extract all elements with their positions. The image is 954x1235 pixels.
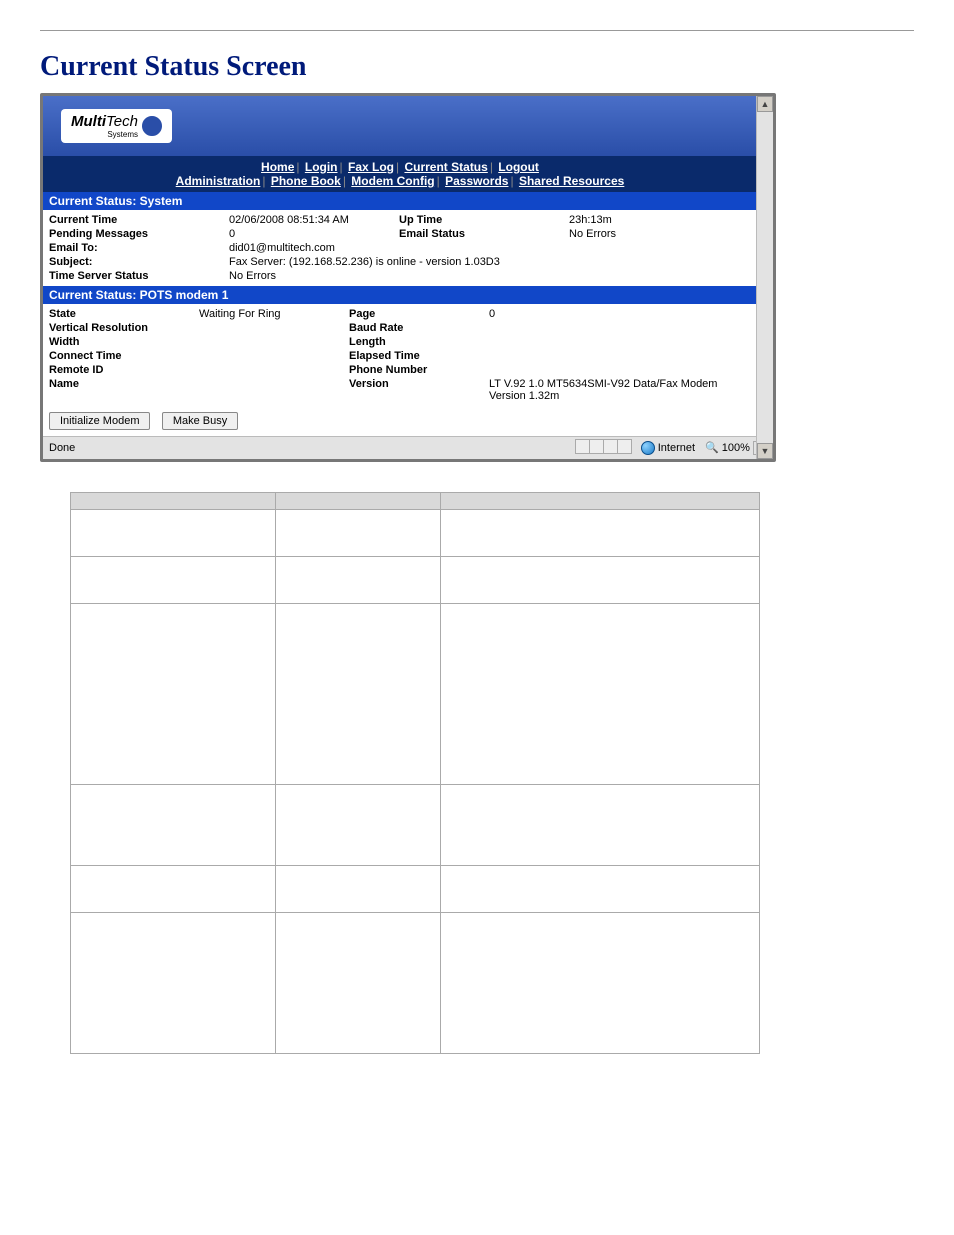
section-system-title: Current Status: System [43, 192, 757, 210]
nav-current-status[interactable]: Current Status [404, 160, 487, 174]
header-strip: MultiTech Systems [43, 96, 757, 156]
initialize-modem-button[interactable]: Initialize Modem [49, 412, 150, 430]
label-state: State [49, 308, 199, 320]
table-row [71, 913, 760, 1054]
label-page: Page [349, 308, 489, 320]
label-name: Name [49, 378, 199, 402]
label-up-time: Up Time [399, 214, 569, 226]
table-row [71, 866, 760, 913]
value-current-time: 02/06/2008 08:51:34 AM [229, 214, 399, 226]
nav-passwords[interactable]: Passwords [445, 174, 508, 188]
label-current-time: Current Time [49, 214, 229, 226]
make-busy-button[interactable]: Make Busy [162, 412, 238, 430]
globe-icon [641, 441, 655, 455]
modem-data-grid: State Waiting For Ring Page 0 Vertical R… [43, 304, 757, 406]
label-version: Version [349, 378, 489, 402]
description-table [70, 492, 760, 1054]
nav-modem-config[interactable]: Modem Config [351, 174, 434, 188]
nav-administration[interactable]: Administration [176, 174, 261, 188]
scrollbar[interactable]: ▲ ▼ [756, 96, 773, 459]
nav-home[interactable]: Home [261, 160, 294, 174]
browser-frame: ▲ ▼ MultiTech Systems Home| Login| Fax L… [40, 93, 776, 462]
logo-bold: Multi [71, 113, 106, 130]
scroll-up-button[interactable]: ▲ [757, 96, 773, 112]
status-done: Done [49, 442, 75, 454]
label-baud-rate: Baud Rate [349, 322, 489, 334]
nav-bar: Home| Login| Fax Log| Current Status| Lo… [43, 156, 757, 192]
table-row [71, 557, 760, 604]
system-data-grid: Current Time 02/06/2008 08:51:34 AM Up T… [43, 210, 757, 286]
table-header-band [71, 493, 760, 510]
nav-phone-book[interactable]: Phone Book [271, 174, 341, 188]
logo-sub: Systems [71, 130, 138, 139]
value-page: 0 [489, 308, 751, 320]
browser-status-bar: Done Internet 🔍 100% ▾ [43, 436, 773, 459]
status-zone: Internet [641, 441, 695, 455]
value-email-to: did01@multitech.com [229, 242, 751, 254]
value-time-server-status: No Errors [229, 270, 751, 282]
logo-dot-icon [142, 116, 162, 136]
value-version: LT V.92 1.0 MT5634SMI-V92 Data/Fax Modem… [489, 378, 751, 402]
value-state: Waiting For Ring [199, 308, 349, 320]
label-remote-id: Remote ID [49, 364, 199, 376]
zoom-icon: 🔍 [705, 442, 719, 454]
section-modem-title: Current Status: POTS modem 1 [43, 286, 757, 304]
status-panes [575, 439, 631, 457]
nav-logout[interactable]: Logout [498, 160, 539, 174]
label-connect-time: Connect Time [49, 350, 199, 362]
nav-fax-log[interactable]: Fax Log [348, 160, 394, 174]
label-width: Width [49, 336, 199, 348]
label-vertical-resolution: Vertical Resolution [49, 322, 199, 334]
label-email-status: Email Status [399, 228, 569, 240]
table-row [71, 604, 760, 785]
multitech-logo: MultiTech Systems [61, 109, 172, 143]
value-up-time: 23h:13m [569, 214, 751, 226]
label-elapsed-time: Elapsed Time [349, 350, 489, 362]
label-email-to: Email To: [49, 242, 229, 254]
table-row [71, 785, 760, 866]
scroll-down-button[interactable]: ▼ [757, 443, 773, 459]
nav-shared-resources[interactable]: Shared Resources [519, 174, 624, 188]
label-time-server-status: Time Server Status [49, 270, 229, 282]
top-rule [40, 30, 914, 31]
value-pending-messages: 0 [229, 228, 399, 240]
page-title: Current Status Screen [40, 51, 914, 83]
table-row [71, 510, 760, 557]
label-pending-messages: Pending Messages [49, 228, 229, 240]
value-subject: Fax Server: (192.168.52.236) is online -… [229, 256, 751, 268]
label-phone-number: Phone Number [349, 364, 489, 376]
label-subject: Subject: [49, 256, 229, 268]
nav-login[interactable]: Login [305, 160, 338, 174]
value-email-status: No Errors [569, 228, 751, 240]
logo-thin: Tech [106, 113, 138, 130]
label-length: Length [349, 336, 489, 348]
